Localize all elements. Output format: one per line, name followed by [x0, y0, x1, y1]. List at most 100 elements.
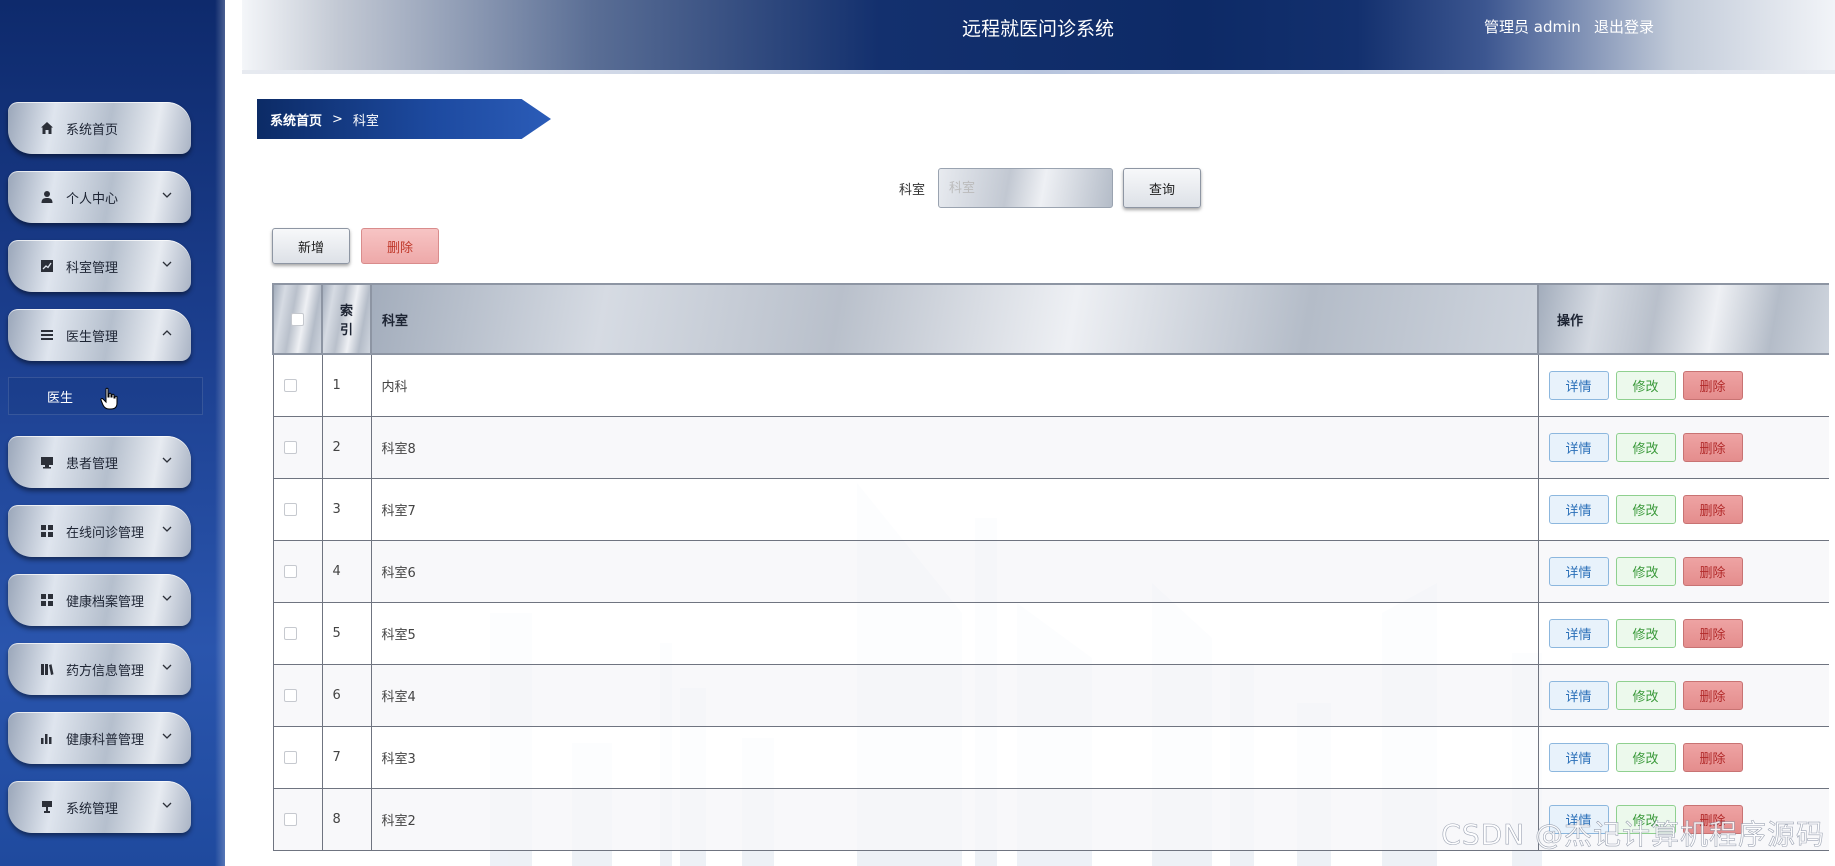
row-checkbox[interactable] [283, 440, 297, 454]
chevron-down-icon [162, 192, 172, 198]
data-table-container: 索引 科室 操作 1 内科 详情 修改 删除 2 科室8 详情 修改 删除 3 … [272, 283, 1829, 866]
detail-button[interactable]: 详情 [1548, 618, 1609, 648]
row-index: 5 [321, 602, 372, 665]
row-department-name: 科室6 [370, 540, 1539, 603]
sidebar: 系统首页 个人中心 科室管理 医生管理 医生 患者管理 在线问诊管理 健康档案管… [0, 0, 225, 866]
row-index: 4 [321, 540, 372, 603]
menu-item-home[interactable]: 系统首页 [8, 102, 191, 154]
row-checkbox[interactable] [283, 564, 297, 578]
row-checkbox[interactable] [283, 378, 297, 392]
table-row: 5 科室5 详情 修改 删除 [272, 602, 1829, 665]
table-row: 2 科室8 详情 修改 删除 [272, 416, 1829, 479]
delete-button[interactable]: 删除 [1682, 618, 1743, 648]
menu-label: 个人中心 [66, 191, 119, 207]
add-button[interactable]: 新增 [272, 228, 350, 264]
edit-button[interactable]: 修改 [1615, 742, 1676, 772]
row-index: 7 [321, 726, 372, 789]
delete-button[interactable]: 删除 [1682, 742, 1743, 772]
row-actions: 详情 修改 删除 [1537, 416, 1829, 479]
edit-button[interactable]: 修改 [1615, 680, 1676, 710]
row-department-name: 科室3 [370, 726, 1539, 789]
row-index: 2 [321, 416, 372, 479]
row-select-cell [272, 478, 323, 541]
top-header: 远程就医问诊系统 管理员 admin 退出登录 [242, 0, 1835, 74]
menu-label: 健康档案管理 [66, 594, 145, 610]
breadcrumb: 系统首页 > 科室 [257, 99, 551, 139]
index-column-header: 索引 [321, 283, 372, 355]
row-checkbox[interactable] [283, 812, 297, 826]
row-actions: 详情 修改 删除 [1537, 602, 1829, 665]
detail-button[interactable]: 详情 [1548, 742, 1609, 772]
delete-button[interactable]: 删除 [1682, 680, 1743, 710]
breadcrumb-home-link[interactable]: 系统首页 [270, 110, 322, 129]
table-row: 1 内科 详情 修改 删除 [272, 354, 1829, 417]
row-select-cell [272, 540, 323, 603]
chevron-down-icon [162, 802, 172, 808]
menu-item-department[interactable]: 科室管理 [8, 240, 191, 292]
menu-item-patient[interactable]: 患者管理 [8, 436, 191, 488]
row-index: 3 [321, 478, 372, 541]
delete-button[interactable]: 删除 [1682, 556, 1743, 586]
table-row: 4 科室6 详情 修改 删除 [272, 540, 1829, 603]
table-header-row: 索引 科室 操作 [272, 283, 1829, 355]
submenu-label: 医生 [47, 390, 74, 406]
edit-button[interactable]: 修改 [1615, 494, 1676, 524]
logout-link[interactable]: 退出登录 [1594, 16, 1654, 37]
row-select-cell [272, 726, 323, 789]
select-all-checkbox[interactable] [291, 312, 304, 326]
row-department-name: 科室7 [370, 478, 1539, 541]
row-department-name: 内科 [370, 354, 1539, 417]
app-title: 远程就医问诊系统 [962, 18, 1115, 40]
table-row: 7 科室3 详情 修改 删除 [272, 726, 1829, 789]
row-checkbox[interactable] [283, 750, 297, 764]
row-select-cell [272, 664, 323, 727]
home-icon [38, 119, 56, 137]
menu-item-prescription[interactable]: 药方信息管理 [8, 643, 191, 695]
batch-delete-button[interactable]: 删除 [361, 228, 439, 264]
csdn-watermark: CSDN @杰记计算机程序源码 [1441, 818, 1825, 852]
menu-label: 系统管理 [66, 801, 119, 817]
detail-button[interactable]: 详情 [1548, 432, 1609, 462]
user-icon [38, 188, 56, 206]
menu-item-system[interactable]: 系统管理 [8, 781, 191, 833]
chart-line-icon [38, 257, 56, 275]
bar-chart-icon [38, 729, 56, 747]
menu-item-personal-center[interactable]: 个人中心 [8, 171, 191, 223]
menu-label: 患者管理 [66, 456, 119, 472]
edit-button[interactable]: 修改 [1615, 618, 1676, 648]
row-select-cell [272, 416, 323, 479]
select-all-header [272, 283, 323, 355]
menu-label: 健康科普管理 [66, 732, 145, 748]
detail-button[interactable]: 详情 [1548, 494, 1609, 524]
edit-button[interactable]: 修改 [1615, 370, 1676, 400]
menu-label: 科室管理 [66, 260, 119, 276]
row-checkbox[interactable] [283, 626, 297, 640]
search-input[interactable] [938, 168, 1113, 208]
row-department-name: 科室2 [370, 788, 1539, 851]
edit-button[interactable]: 修改 [1615, 432, 1676, 462]
delete-button[interactable]: 删除 [1682, 370, 1743, 400]
row-department-name: 科室4 [370, 664, 1539, 727]
menu-item-health-records[interactable]: 健康档案管理 [8, 574, 191, 626]
operations-column-header: 操作 [1537, 283, 1829, 355]
delete-button[interactable]: 删除 [1682, 494, 1743, 524]
detail-button[interactable]: 详情 [1548, 680, 1609, 710]
grid-icon [38, 522, 56, 540]
detail-button[interactable]: 详情 [1548, 370, 1609, 400]
chevron-down-icon [162, 457, 172, 463]
delete-button[interactable]: 删除 [1682, 432, 1743, 462]
breadcrumb-current: 科室 [352, 113, 379, 129]
row-index: 1 [321, 354, 372, 417]
menu-item-health-science[interactable]: 健康科普管理 [8, 712, 191, 764]
row-checkbox[interactable] [283, 502, 297, 516]
row-checkbox[interactable] [283, 688, 297, 702]
monitor-icon [38, 453, 56, 471]
detail-button[interactable]: 详情 [1548, 556, 1609, 586]
query-button[interactable]: 查询 [1123, 168, 1201, 208]
menu-item-doctor[interactable]: 医生管理 [8, 309, 191, 361]
books-icon [38, 660, 56, 678]
list-icon [38, 326, 56, 344]
menu-item-online-consult[interactable]: 在线问诊管理 [8, 505, 191, 557]
edit-button[interactable]: 修改 [1615, 556, 1676, 586]
chevron-down-icon [162, 261, 172, 267]
